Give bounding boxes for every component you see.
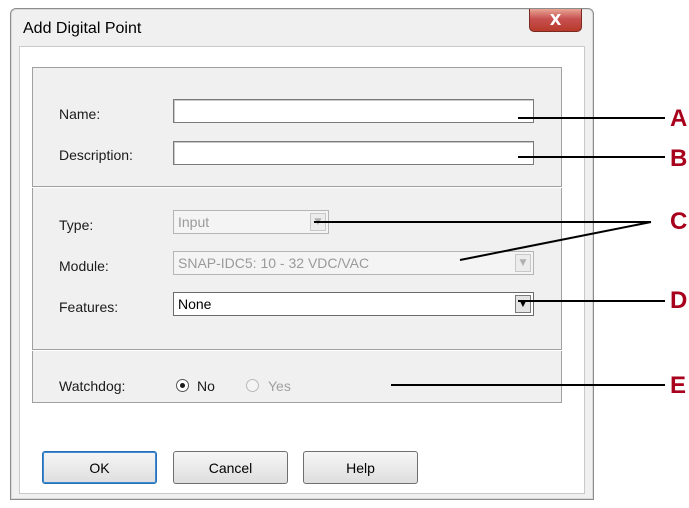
callout-lines xyxy=(314,117,665,386)
callout-e: E xyxy=(670,372,687,399)
callout-line-c-module xyxy=(459,221,652,261)
callout-a: A xyxy=(670,105,688,132)
callout-c: C xyxy=(670,208,688,235)
callout-b: B xyxy=(670,145,688,172)
callout-d: D xyxy=(670,287,688,314)
